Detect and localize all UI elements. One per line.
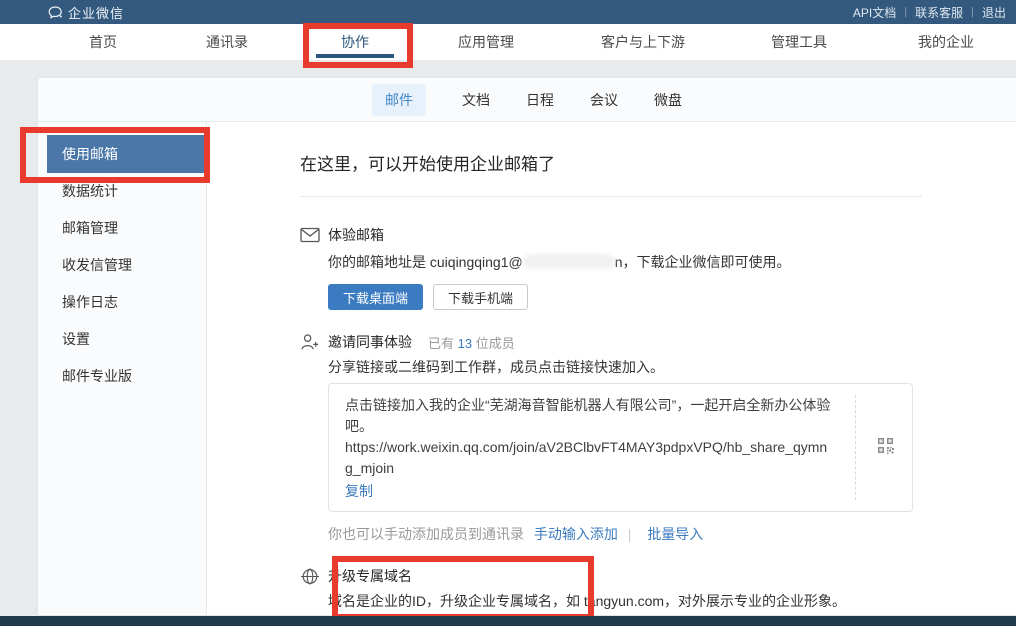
sidebar-item-mailbox-management[interactable]: 邮箱管理 [38,210,206,247]
section-title: 邀请同事体验 [328,332,412,352]
nav-item-customers[interactable]: 客户与上下游 [601,24,685,60]
separator: | [628,526,632,542]
nav-item-contacts[interactable]: 通讯录 [206,24,248,60]
manual-add-link[interactable]: 手动输入添加 [534,526,618,542]
batch-import-link[interactable]: 批量导入 [647,526,703,542]
tab-mail[interactable]: 邮件 [372,84,426,116]
app-logo-text: 企业微信 [68,3,124,22]
tab-docs[interactable]: 文档 [462,84,490,116]
share-invite-text: 点击链接加入我的企业“芜湖海音智能机器人有限公司”，一起开启全新办公体验吧。 [345,395,832,437]
section-title: 升级专属域名 [328,566,412,586]
sidebar-item-mail-pro[interactable]: 邮件专业版 [38,358,206,395]
app-logo: 企业微信 [48,3,124,22]
nav-item-app-management[interactable]: 应用管理 [458,24,514,60]
member-count: 已有 13 位成员 [428,333,515,352]
main-content: 在这里，可以开始使用企业邮箱了 体验邮箱 你的邮箱地址是 cuiqingqing… [207,122,1016,614]
top-bar: 企业微信 API文档 | 联系客服 | 退出 [0,0,1016,24]
separator: | [971,6,974,18]
section-title: 体验邮箱 [328,225,384,245]
globe-icon [300,567,320,586]
tab-meeting[interactable]: 会议 [590,84,618,116]
active-nav-indicator [316,54,394,58]
section-custom-domain: 升级专属域名 域名是企业的ID，升级企业专属域名，如 tangyun.com，对… [300,566,1016,614]
footer-bar [0,616,1016,626]
topbar-links: API文档 | 联系客服 | 退出 [853,4,1006,21]
qr-code-icon[interactable] [877,437,894,459]
dashed-divider [855,395,856,500]
manual-add-line: 你也可以手动添加成员到通讯录 手动输入添加 | 批量导入 [328,524,1016,544]
download-desktop-button[interactable]: 下载桌面端 [328,284,423,310]
api-docs-link[interactable]: API文档 [853,4,896,21]
divider [300,196,922,197]
sub-tabs: 邮件 文档 日程 会议 微盘 [38,78,1016,122]
section-invite-colleagues: 邀请同事体验 已有 13 位成员 分享链接或二维码到工作群，成员点击链接快速加入… [300,332,1016,544]
main-nav: 首页 通讯录 协作 应用管理 客户与上下游 管理工具 我的企业 [0,24,1016,60]
member-count-number: 13 [458,336,472,351]
share-invite-url: https://work.weixin.qq.com/join/aV2BClbv… [345,437,832,479]
sidebar-item-statistics[interactable]: 数据统计 [38,173,206,210]
chat-bubble-icon [48,6,63,19]
sidebar: 使用邮箱 数据统计 邮箱管理 收发信管理 操作日志 设置 邮件专业版 [38,122,207,614]
nav-item-home[interactable]: 首页 [89,24,117,60]
screen: 企业微信 API文档 | 联系客服 | 退出 首页 通讯录 协作 应用管理 客户… [0,0,1016,626]
mailbox-address-prefix: 你的邮箱地址是 cuiqingqing1@ [328,254,523,270]
invite-description: 分享链接或二维码到工作群，成员点击链接快速加入。 [328,358,1016,377]
manual-add-hint: 你也可以手动添加成员到通讯录 [328,526,524,542]
mailbox-address-suffix: n，下载企业微信即可使用。 [615,254,791,270]
sidebar-item-settings[interactable]: 设置 [38,321,206,358]
copy-link[interactable]: 复制 [345,481,373,501]
sidebar-item-operation-logs[interactable]: 操作日志 [38,284,206,321]
share-link-box: 点击链接加入我的企业“芜湖海音智能机器人有限公司”，一起开启全新办公体验吧。 h… [328,383,913,512]
sidebar-item-use-mailbox[interactable]: 使用邮箱 [47,135,206,173]
contact-support-link[interactable]: 联系客服 [915,4,963,21]
logout-link[interactable]: 退出 [982,4,1006,21]
sidebar-item-send-receive-management[interactable]: 收发信管理 [38,247,206,284]
nav-item-my-company[interactable]: 我的企业 [918,24,974,60]
page-title: 在这里，可以开始使用企业邮箱了 [300,152,1016,178]
mailbox-address-line: 你的邮箱地址是 cuiqingqing1@ n，下载企业微信即可使用。 [328,253,1016,272]
tab-schedule[interactable]: 日程 [526,84,554,116]
card-body: 使用邮箱 数据统计 邮箱管理 收发信管理 操作日志 设置 邮件专业版 在这里，可… [38,122,1016,614]
content-card: 邮件 文档 日程 会议 微盘 使用邮箱 数据统计 邮箱管理 收发信管理 操作日志… [38,78,1016,615]
download-mobile-button[interactable]: 下载手机端 [433,284,528,310]
envelope-icon [300,227,320,243]
domain-description: 域名是企业的ID，升级企业专属域名，如 tangyun.com，对外展示专业的企… [328,592,1016,611]
separator: | [904,6,907,18]
tab-drive[interactable]: 微盘 [654,84,682,116]
nav-item-admin-tools[interactable]: 管理工具 [771,24,827,60]
section-experience-mailbox: 体验邮箱 你的邮箱地址是 cuiqingqing1@n，下载企业微信即可使用。 … [300,225,1016,310]
redacted-email-domain [523,254,615,269]
person-add-icon [300,333,320,351]
